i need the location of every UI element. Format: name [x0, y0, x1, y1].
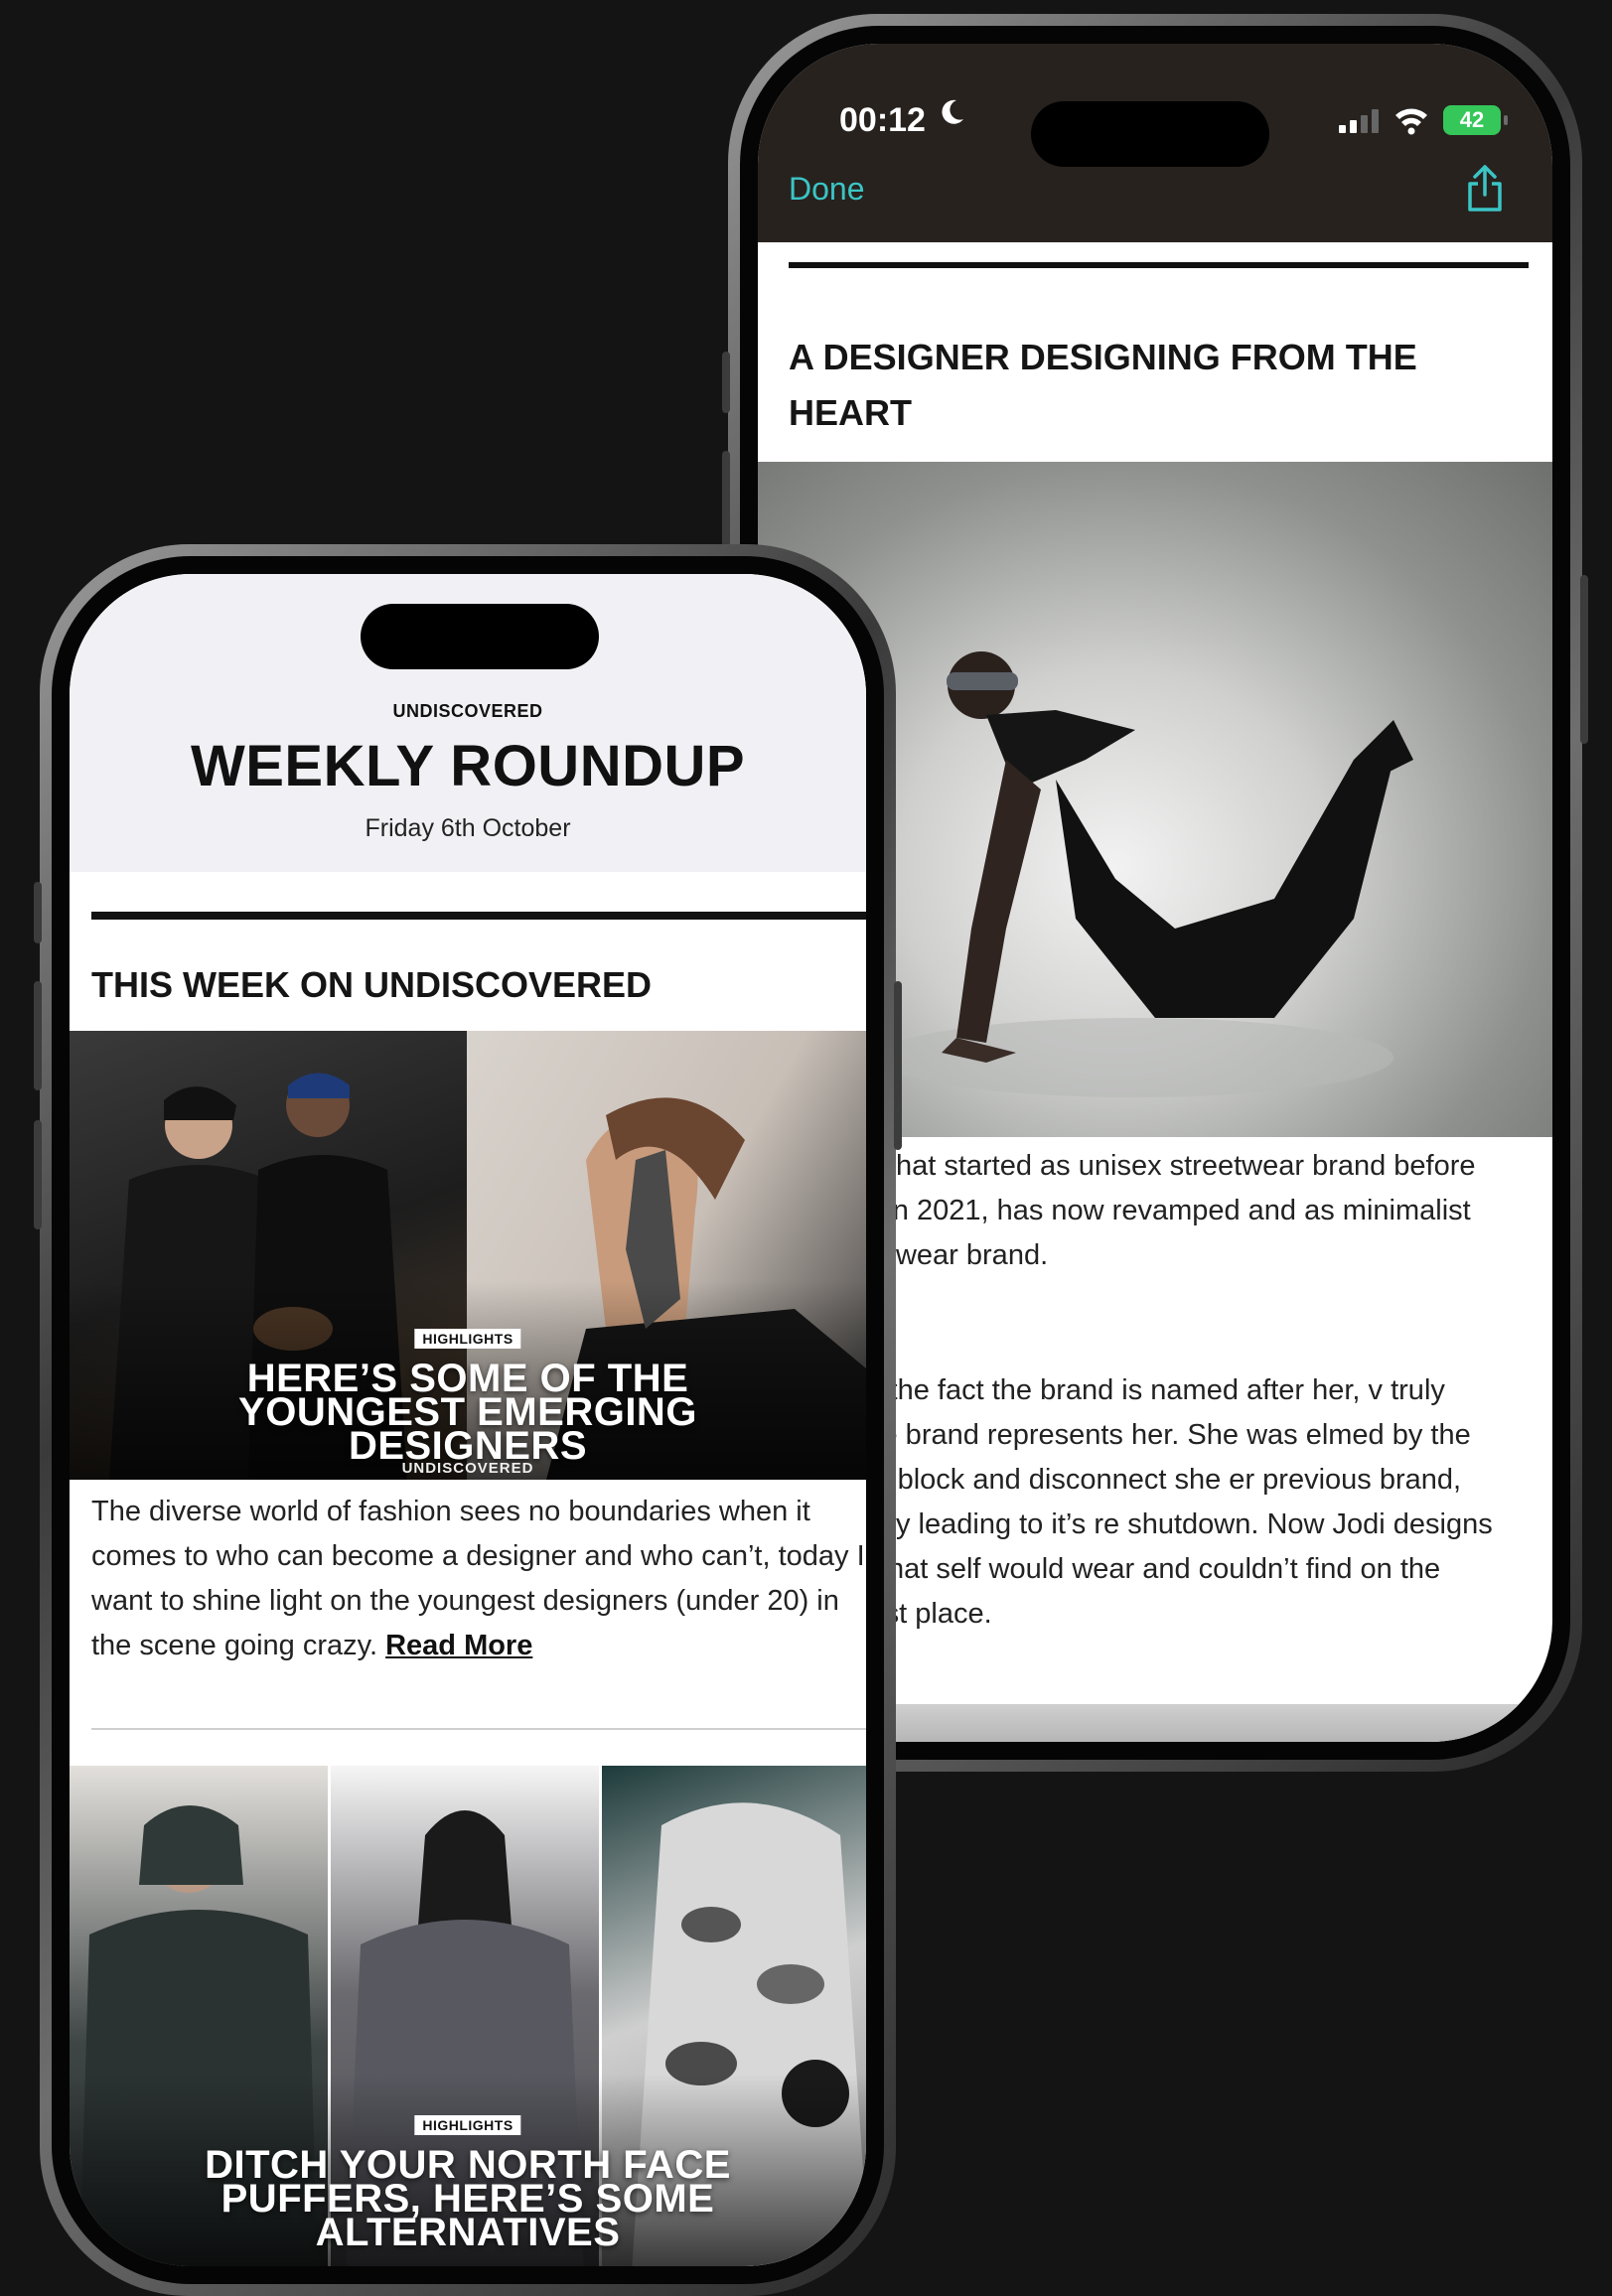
- brand-name: UNDISCOVERED: [392, 701, 543, 721]
- dynamic-island: [361, 604, 599, 669]
- side-button: [34, 882, 42, 943]
- newsletter-date: Friday 6th October: [365, 814, 571, 842]
- side-button: [894, 981, 902, 1150]
- side-button: [722, 352, 730, 413]
- feature-image[interactable]: HIGHLIGHTS DITCH YOUR NORTH FACE PUFFERS…: [70, 1766, 866, 2266]
- side-button: [1580, 575, 1588, 744]
- article-paragraph: om just the fact the brand is named afte…: [789, 1374, 1493, 1630]
- divider: [91, 1728, 866, 1730]
- overlay-brand: UNDISCOVERED: [401, 1460, 534, 1477]
- phone-bezel: UNDISCOVERED WEEKLY ROUNDUP Friday 6th O…: [52, 556, 884, 2284]
- side-button: [34, 1120, 42, 1229]
- section-title: THIS WEEK ON UNDISCOVERED: [91, 964, 653, 1005]
- signal-icon: [1339, 109, 1379, 133]
- share-icon[interactable]: [1465, 165, 1505, 213]
- moon-icon: [942, 99, 963, 124]
- article-summary: The diverse world of fashion sees no bou…: [91, 1490, 866, 1668]
- read-more-link[interactable]: Read More: [385, 1630, 532, 1661]
- status-time: 00:12: [839, 101, 926, 139]
- divider: [789, 262, 1529, 268]
- newsletter-headline: WEEKLY ROUNDUP: [190, 734, 746, 798]
- highlights-badge: HIGHLIGHTS: [414, 1329, 521, 1349]
- phone-front: UNDISCOVERED WEEKLY ROUNDUP Friday 6th O…: [34, 544, 902, 2296]
- status-bar: 00:12 42 Done: [758, 44, 1552, 242]
- wifi-icon: [1395, 108, 1427, 135]
- newsletter-header: UNDISCOVERED WEEKLY ROUNDUP Friday 6th O…: [70, 574, 866, 872]
- feature-image[interactable]: HIGHLIGHTS HERE’S SOME OF THE YOUNGEST E…: [70, 1031, 866, 1480]
- newsletter-screen: UNDISCOVERED WEEKLY ROUNDUP Friday 6th O…: [70, 574, 866, 2266]
- side-button: [34, 981, 42, 1090]
- article-title: A DESIGNER DESIGNING FROM THE HEART: [789, 337, 1417, 433]
- battery-indicator: 42: [1443, 105, 1508, 135]
- done-button[interactable]: Done: [789, 171, 865, 208]
- divider: [91, 912, 866, 920]
- dynamic-island: [1031, 101, 1269, 167]
- highlights-badge: HIGHLIGHTS: [414, 2115, 521, 2135]
- overlay-title-line: ALTERNATIVES: [315, 2211, 621, 2254]
- overlay-title-line: DESIGNERS: [348, 1424, 588, 1468]
- article-paragraph: essa - what started as unisex streetwear…: [789, 1150, 1476, 1271]
